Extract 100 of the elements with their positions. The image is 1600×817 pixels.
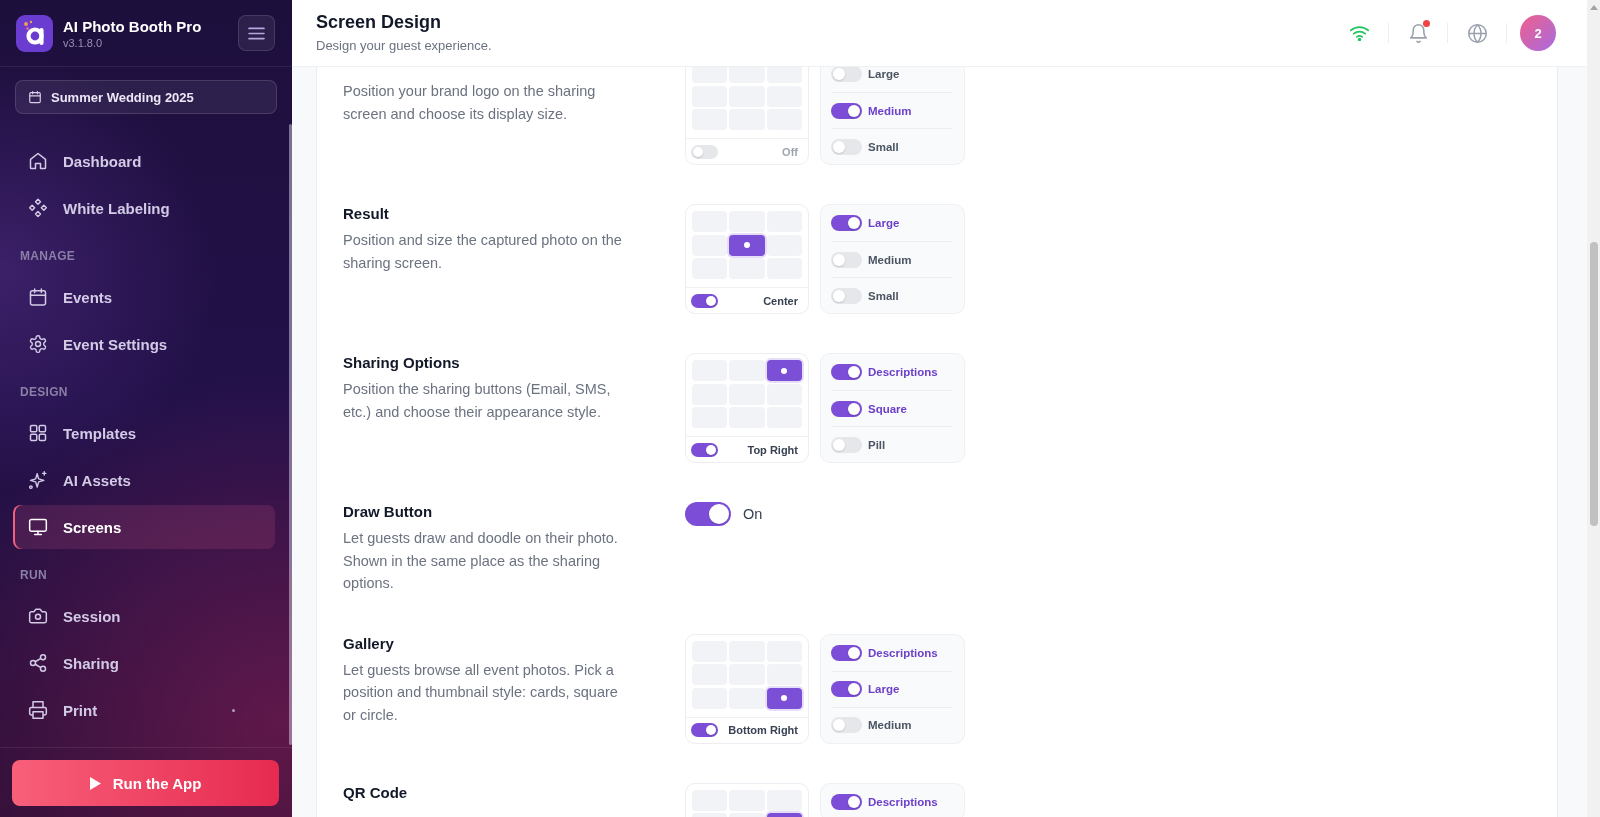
- sidebar-scrollbar-thumb[interactable]: [289, 124, 292, 745]
- toggle-switch[interactable]: [831, 717, 862, 733]
- dot-icon: [744, 242, 750, 248]
- page-subtitle: Design your guest experience.: [316, 37, 493, 55]
- menu-button[interactable]: [238, 15, 275, 51]
- dot-icon: [781, 367, 788, 374]
- printer-icon: [28, 700, 48, 720]
- section-description: Position your brand logo on the sharing screen and choose its display size.: [343, 82, 597, 124]
- position-cell[interactable]: [766, 687, 802, 709]
- section-description: Position the sharing buttons (Email, SMS, etc.) and choose their appearance style.: [343, 380, 612, 422]
- position-cell[interactable]: [766, 383, 802, 405]
- diamonds-icon: [28, 198, 48, 218]
- scrollbar-thumb[interactable]: [1589, 242, 1598, 526]
- toggle-switch[interactable]: [831, 400, 862, 417]
- scrollbar[interactable]: [1587, 0, 1600, 817]
- toggle-switch[interactable]: [831, 644, 862, 661]
- option-label: Large: [868, 68, 900, 80]
- position-cell[interactable]: [766, 789, 802, 811]
- toggle-switch[interactable]: [831, 364, 862, 380]
- position-cell[interactable]: [766, 258, 802, 279]
- section-description: Let guests draw and doodle on their photo. Shown in the same place as the sharing options.: [343, 529, 619, 593]
- toggle-switch[interactable]: [831, 681, 862, 697]
- option-label: Descriptions: [868, 795, 938, 808]
- option-label: Large: [868, 683, 900, 695]
- section-description: Position and size the captured photo on the sharing screen.: [343, 231, 623, 273]
- nav-section-heading: DESIGN: [20, 384, 69, 400]
- option-label: Descriptions: [868, 366, 938, 378]
- settings-icon: [28, 334, 48, 354]
- position-cell[interactable]: [766, 234, 802, 256]
- monitor-icon: [28, 517, 48, 537]
- position-label: Off: [782, 145, 798, 158]
- option-label: Pill: [868, 438, 886, 451]
- switch-state-label: On: [743, 506, 763, 522]
- dot-icon: [781, 695, 788, 701]
- toggle-switch[interactable]: [831, 793, 862, 810]
- house-icon: [28, 151, 48, 171]
- nav-item[interactable]: White Labeling: [13, 186, 275, 230]
- position-cell[interactable]: [766, 360, 802, 381]
- toggle-switch[interactable]: [691, 723, 718, 737]
- option-label: Medium: [868, 253, 912, 266]
- section-title: QR Code: [343, 782, 409, 803]
- section-title: Gallery: [343, 633, 395, 654]
- toggle-switch[interactable]: [831, 138, 862, 155]
- option-label: Small: [868, 140, 899, 153]
- nav-item[interactable]: Screens: [13, 505, 275, 549]
- toggle-switch[interactable]: [691, 293, 718, 308]
- toggle-switch[interactable]: [831, 251, 862, 268]
- position-cell[interactable]: [729, 360, 765, 381]
- option-label: Square: [868, 402, 907, 415]
- play-icon: [89, 776, 101, 790]
- bell-icon: [1407, 22, 1429, 44]
- toggle-switch[interactable]: [831, 215, 862, 231]
- position-cell[interactable]: [729, 211, 765, 232]
- section-description: Let guests browse all event photos. Pick a position and thumbnail style: cards, square or circle.: [343, 660, 619, 725]
- globe-icon: [1466, 22, 1488, 44]
- position-cell[interactable]: [729, 234, 765, 256]
- toggle-switch[interactable]: [831, 436, 862, 453]
- nav-item[interactable]: Dashboard: [13, 139, 275, 183]
- position-cell[interactable]: [729, 258, 765, 279]
- position-cell[interactable]: [766, 664, 802, 685]
- position-cell[interactable]: [729, 687, 765, 709]
- app-version: v3.1.8.0: [63, 35, 103, 50]
- option-label: Large: [868, 217, 900, 229]
- option-label: Descriptions: [868, 646, 938, 659]
- camera-icon: [28, 606, 48, 626]
- nav-item[interactable]: AI Assets: [13, 458, 275, 502]
- position-label: Center: [763, 294, 798, 307]
- nav-item[interactable]: Templates: [13, 411, 275, 455]
- position-cell[interactable]: [692, 234, 728, 256]
- nav-item[interactable]: Events: [13, 275, 275, 319]
- section-title: Sharing Options: [343, 353, 461, 373]
- nav-section-heading: RUN: [20, 567, 48, 583]
- nav-item[interactable]: Sharing: [13, 641, 275, 685]
- toggle-switch[interactable]: [691, 442, 718, 457]
- option-label: Medium: [868, 104, 912, 117]
- nav-section-heading: MANAGE: [20, 248, 77, 264]
- share-icon: [28, 653, 48, 673]
- menu-icon: [248, 26, 265, 40]
- scroll-up-arrow-icon[interactable]: [1589, 5, 1598, 10]
- nav-item[interactable]: Session: [13, 594, 275, 638]
- position-label: Bottom Right: [728, 724, 798, 736]
- nav-item[interactable]: Print: [13, 688, 275, 732]
- toggle-switch[interactable]: [831, 102, 862, 119]
- toggle-switch[interactable]: [685, 502, 731, 526]
- position-cell[interactable]: [692, 258, 728, 279]
- option-label: Small: [868, 289, 899, 302]
- run-app-button[interactable]: Run the App: [12, 760, 279, 806]
- nav-item[interactable]: Event Settings: [13, 322, 275, 366]
- app-logo-icon: [16, 14, 53, 52]
- option-label: Medium: [868, 719, 912, 731]
- event-selector[interactable]: Summer Wedding 2025: [15, 80, 277, 114]
- app-name: AI Photo Booth Pro: [63, 16, 202, 36]
- grid-icon: [28, 423, 48, 443]
- calendar-icon: [28, 287, 48, 307]
- toggle-switch[interactable]: [831, 67, 862, 82]
- section-title: Draw Button: [343, 502, 434, 522]
- sparkle-icon: [28, 470, 48, 490]
- toggle-switch[interactable]: [831, 287, 862, 304]
- toggle-switch[interactable]: [691, 144, 718, 159]
- calendar-icon: [28, 90, 42, 104]
